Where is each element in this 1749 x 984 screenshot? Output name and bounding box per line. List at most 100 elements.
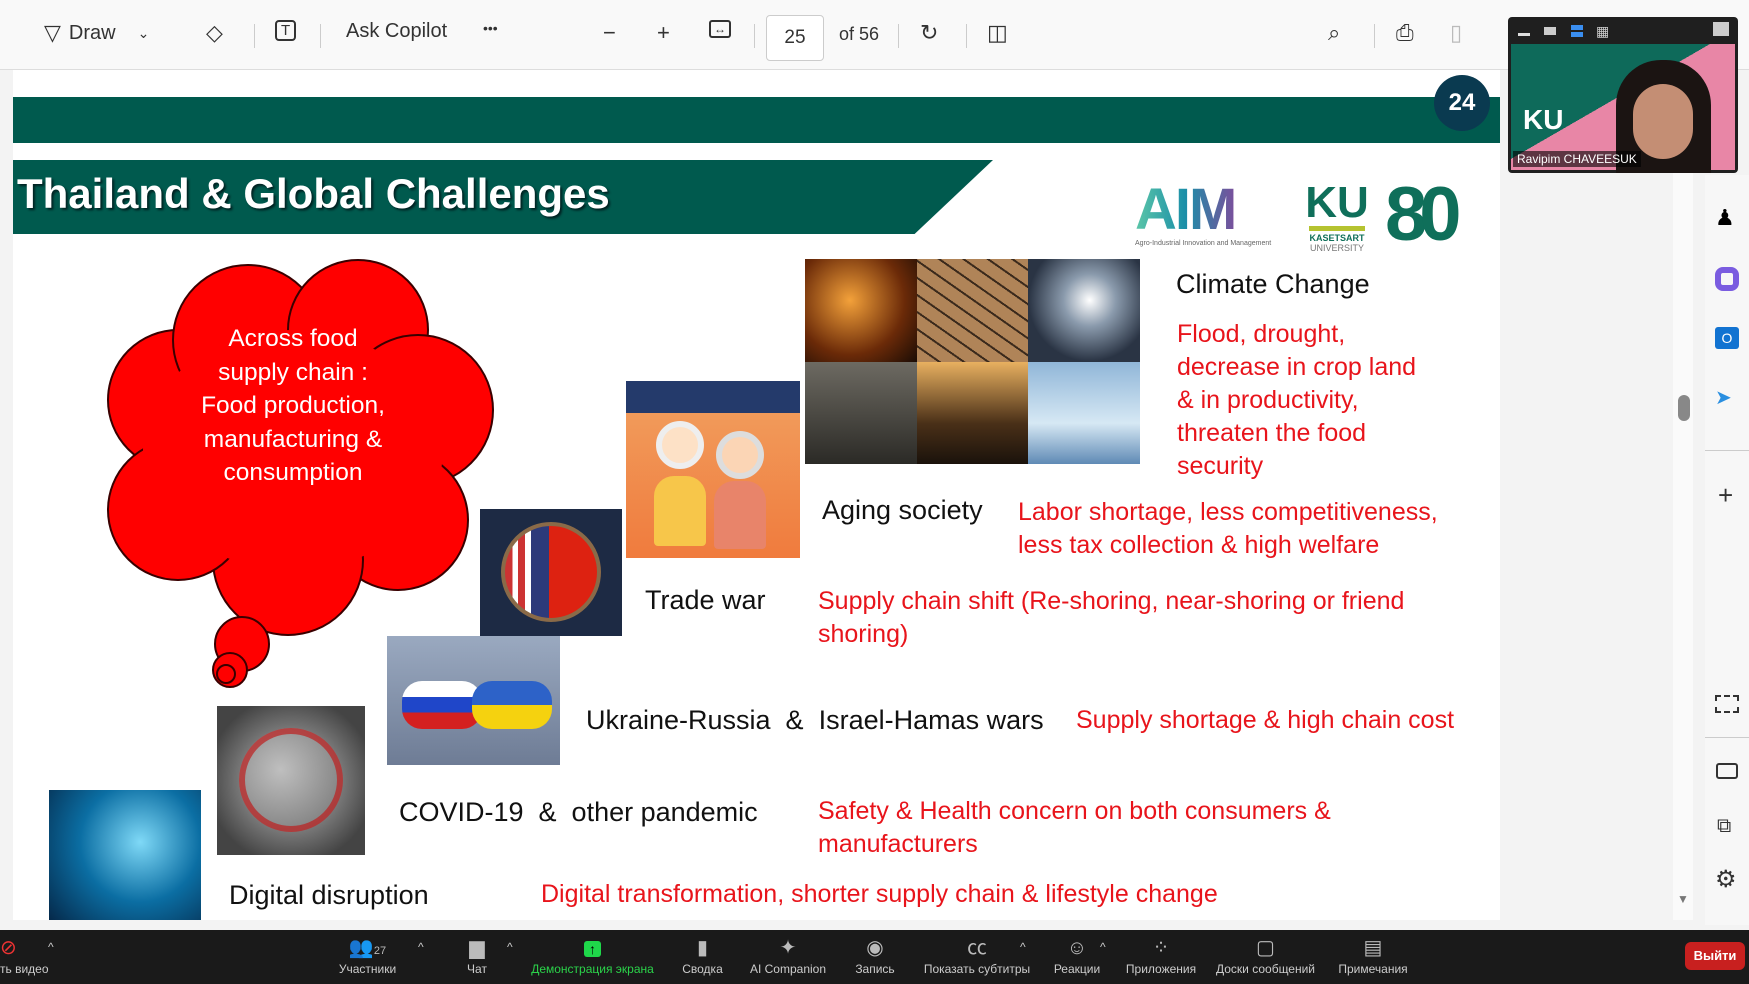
captions-caret[interactable]: ^ xyxy=(1020,940,1026,954)
covid-virus-image xyxy=(217,706,365,855)
cloud-line: Food production, xyxy=(201,392,385,419)
zoom-out-button[interactable]: − xyxy=(603,20,616,46)
impact-line: Supply shortage & high chain cost xyxy=(1076,706,1455,734)
apps-label: Приложения xyxy=(1125,962,1197,976)
pdf-toolbar: ▽ Draw ⌄ ◇ T Ask Copilot ••• − + ↔ of 56 ↻… xyxy=(0,0,1749,70)
text-button[interactable]: T xyxy=(275,20,297,41)
page-view-button[interactable]: ◫ xyxy=(987,20,1008,46)
minimize-icon[interactable] xyxy=(1518,33,1530,36)
more-button[interactable]: ••• xyxy=(483,20,498,36)
aim-logo-subtitle: Agro-Industrial Innovation and Managemen… xyxy=(1135,240,1272,247)
search-icon: ⌕ xyxy=(1328,20,1341,45)
save-icon: ▯ xyxy=(1450,20,1463,45)
eraser-button[interactable]: ◇ xyxy=(206,20,223,46)
impact-line: shoring) xyxy=(818,620,909,648)
participant-count: 27 xyxy=(373,945,387,957)
zoom-in-button[interactable]: + xyxy=(657,20,670,46)
cloud-line: consumption xyxy=(223,459,363,486)
popout-icon[interactable] xyxy=(1713,22,1729,36)
speaker-view-icon[interactable] xyxy=(1571,25,1583,37)
share-screen-icon: ↑ xyxy=(584,941,601,957)
participants-caret[interactable]: ^ xyxy=(418,940,424,954)
sidebar-toggle-icon[interactable] xyxy=(1716,763,1738,779)
participants-button[interactable]: 👥27 Участники xyxy=(330,934,405,976)
ukraine-russia-war-image xyxy=(387,636,560,765)
cloud-text: Across food supply chain : Food producti… xyxy=(133,322,453,490)
summary-button[interactable]: ▮ Сводка xyxy=(675,934,730,976)
challenge-label: Trade war xyxy=(645,585,766,615)
chess-app-icon[interactable]: ♟ xyxy=(1715,205,1735,231)
summary-icon: ▮ xyxy=(696,937,708,959)
chat-button[interactable]: ▆ Чат xyxy=(462,934,492,976)
impact-line: Flood, drought, xyxy=(1177,320,1346,348)
participant-name: Ravipim CHAVEESUK xyxy=(1513,151,1641,167)
impact-line: threaten the food xyxy=(1177,419,1367,447)
apps-button[interactable]: ⁘ Приложения xyxy=(1124,934,1198,976)
fit-width-button[interactable]: ↔ xyxy=(709,20,731,38)
notes-label: Примечания xyxy=(1338,962,1408,976)
video-options-caret[interactable]: ^ xyxy=(48,940,54,954)
climate-change-image xyxy=(805,259,1140,464)
add-icon[interactable]: + xyxy=(1718,480,1733,511)
leave-button[interactable]: Выйти xyxy=(1685,942,1745,970)
reactions-caret[interactable]: ^ xyxy=(1100,940,1106,954)
eraser-icon: ◇ xyxy=(206,20,223,45)
video-thumbnail[interactable]: ▦ KU Ravipim CHAVEESUK xyxy=(1508,17,1738,173)
impact-line: Labor shortage, less competitiveness, xyxy=(1018,498,1438,526)
open-external-icon[interactable]: ⧉ xyxy=(1717,815,1731,838)
draw-button[interactable]: ▽ Draw ⌄ xyxy=(44,20,149,46)
ai-sparkle-icon: ✦ xyxy=(779,937,797,959)
ai-companion-button[interactable]: ✦ AI Companion xyxy=(748,934,828,976)
vertical-scrollbar[interactable]: ▼ xyxy=(1673,70,1693,920)
ku-sub1: KASETSART xyxy=(1309,233,1365,243)
challenge-impact: Labor shortage, less competitiveness, le… xyxy=(1018,496,1438,562)
notes-icon: ▤ xyxy=(1363,937,1383,959)
ask-copilot-button[interactable]: Ask Copilot xyxy=(346,20,447,43)
scrollbar-thumb[interactable] xyxy=(1678,395,1690,421)
outlook-icon[interactable]: O xyxy=(1715,327,1739,349)
reactions-button[interactable]: ☺ Реакции xyxy=(1053,934,1101,976)
record-icon: ◉ xyxy=(866,937,884,959)
page-number-input[interactable] xyxy=(766,15,824,61)
ask-copilot-label: Ask Copilot xyxy=(346,20,448,42)
rotate-icon: ↻ xyxy=(920,20,939,45)
impact-line: Supply chain shift (Re-shoring, near-sho… xyxy=(818,587,1405,615)
impact-line: decrease in crop land xyxy=(1177,353,1417,381)
notes-button[interactable]: ▤ Примечания xyxy=(1336,934,1410,976)
right-sidebar: ♟ O ➤ + ⧉ ⚙ xyxy=(1705,175,1749,925)
rotate-button[interactable]: ↻ xyxy=(920,20,938,46)
captions-button[interactable]: ㏄ Показать субтитры xyxy=(922,934,1032,976)
impact-line: & in productivity, xyxy=(1177,386,1359,414)
participants-label: Участники xyxy=(338,962,397,976)
screenshot-icon[interactable] xyxy=(1715,695,1739,713)
search-button[interactable]: ⌕ xyxy=(1328,20,1340,46)
draw-label: Draw xyxy=(68,21,116,44)
80th-anniversary-logo: 80 xyxy=(1385,172,1461,257)
text-box-icon: T xyxy=(275,20,297,41)
save-button[interactable]: ▯ xyxy=(1450,20,1462,46)
send-app-icon[interactable]: ➤ xyxy=(1715,385,1732,410)
record-button[interactable]: ◉ Запись xyxy=(850,934,900,976)
video-button[interactable]: ⊘ ть видео xyxy=(0,934,50,976)
chevron-down-icon[interactable]: ⌄ xyxy=(138,25,150,42)
slide-title: Thailand & Global Challenges xyxy=(17,170,610,217)
whiteboards-button[interactable]: ▢ Доски сообщений xyxy=(1213,934,1318,976)
challenge-label: Aging society xyxy=(822,495,983,525)
copilot-icon[interactable] xyxy=(1715,267,1739,291)
settings-gear-icon[interactable]: ⚙ xyxy=(1715,865,1737,894)
captions-label: Показать субтитры xyxy=(923,962,1031,976)
page-badge: 24 xyxy=(1434,75,1490,131)
share-label: Демонстрация экрана xyxy=(531,962,654,976)
print-button[interactable]: ⎙ xyxy=(1396,20,1414,46)
single-view-icon[interactable] xyxy=(1544,27,1556,35)
share-screen-button[interactable]: ↑ Демонстрация экрана xyxy=(530,934,655,976)
whiteboard-icon: ▢ xyxy=(1256,937,1275,959)
chat-caret[interactable]: ^ xyxy=(507,940,513,954)
summary-label: Сводка xyxy=(682,962,723,976)
gallery-view-icon[interactable]: ▦ xyxy=(1596,23,1609,40)
ku-logo-text: KU xyxy=(1305,178,1369,227)
aging-society-image xyxy=(626,381,800,558)
scroll-down-arrow-icon[interactable]: ▼ xyxy=(1677,892,1689,906)
aim-logo-text: AIM xyxy=(1135,180,1285,240)
page-total: of 56 xyxy=(839,24,880,44)
